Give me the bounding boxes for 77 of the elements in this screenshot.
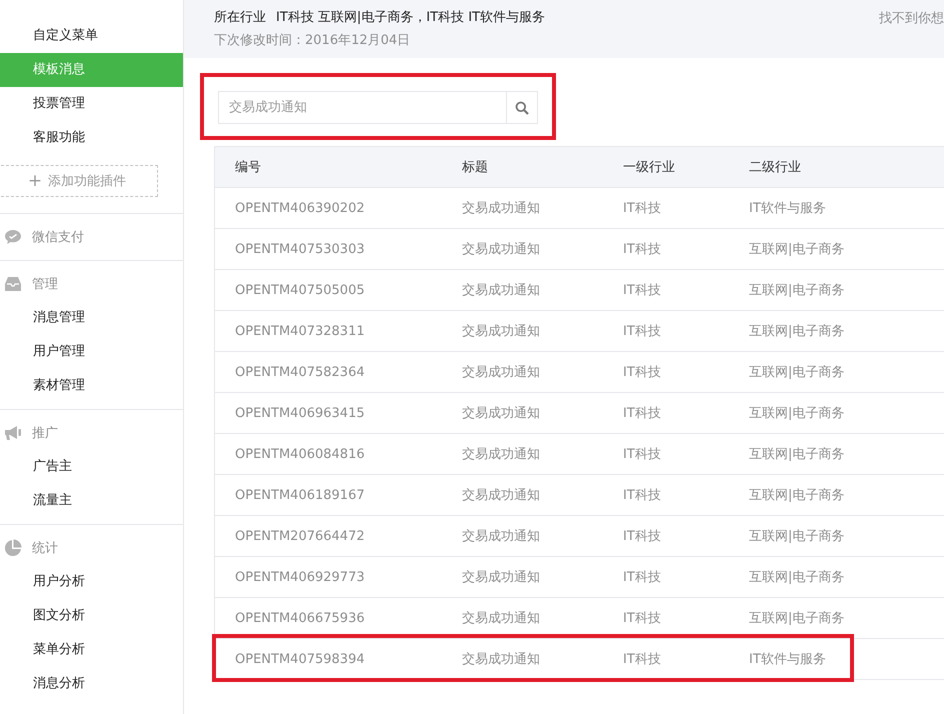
table-cell-text: 互联网|电子商务 bbox=[748, 487, 846, 504]
sidebar-item[interactable]: 广告主 bbox=[0, 450, 183, 484]
table-cell-text: 交易成功通知 bbox=[461, 528, 541, 545]
table-cell-text: IT科技 bbox=[622, 323, 662, 340]
inbox-tray-icon bbox=[4, 276, 22, 292]
sidebar-section-title: 微信支付 bbox=[32, 229, 84, 246]
table-cell-text: 交易成功通知 bbox=[461, 282, 541, 299]
sidebar-item[interactable]: 客服功能 bbox=[0, 121, 183, 155]
table-cell-text: 交易成功通知 bbox=[461, 569, 541, 586]
table-cell-text: IT科技 bbox=[622, 651, 662, 668]
table-cell-text: 交易成功通知 bbox=[461, 241, 541, 258]
table-cell-text: IT科技 bbox=[622, 610, 662, 627]
table-cell-text: 互联网|电子商务 bbox=[748, 323, 846, 340]
sidebar-section-title: 统计 bbox=[32, 540, 58, 557]
table-cell-text: IT科技 bbox=[622, 569, 662, 586]
table-cell-text: IT科技 bbox=[622, 200, 662, 217]
table-cell-text: OPENTM407505005 bbox=[234, 282, 366, 298]
table-cell-text: 交易成功通知 bbox=[461, 200, 541, 217]
table-cell-text: OPENTM406929773 bbox=[234, 570, 366, 584]
table-cell-text: IT科技 bbox=[622, 241, 662, 258]
sidebar-item[interactable]: 素材管理 bbox=[0, 369, 183, 403]
table-cell-text: 交易成功通知 bbox=[461, 610, 541, 627]
table-cell-text: 交易成功通知 bbox=[461, 446, 541, 463]
table-cell-text: OPENTM407582364 bbox=[234, 364, 366, 380]
table-cell-text: 互联网|电子商务 bbox=[748, 528, 846, 545]
table-cell-text: IT科技 bbox=[622, 528, 662, 545]
table-cell-text: IT科技 bbox=[622, 487, 662, 504]
sidebar-item[interactable]: 图文分析 bbox=[0, 599, 183, 633]
sidebar-section-title: 推广 bbox=[32, 425, 58, 442]
column-header: 一级行业 bbox=[622, 159, 676, 176]
sidebar-item[interactable]: 用户分析 bbox=[0, 565, 183, 599]
table-cell-text: OPENTM407328311 bbox=[234, 324, 366, 338]
search-field[interactable]: 交易成功通知 bbox=[218, 91, 506, 124]
table-cell-text: IT科技 bbox=[622, 364, 662, 381]
sidebar-item[interactable]: 消息管理 bbox=[0, 301, 183, 335]
table-cell-text: OPENTM406189167 bbox=[234, 488, 366, 502]
table-cell-text: 交易成功通知 bbox=[461, 651, 541, 668]
chat-bubble-icon bbox=[4, 229, 22, 245]
table-cell-text: OPENTM406675936 bbox=[234, 610, 366, 626]
pie-chart-icon bbox=[4, 539, 22, 557]
table-cell-text: 互联网|电子商务 bbox=[748, 364, 846, 381]
sidebar-item[interactable]: 投票管理 bbox=[0, 87, 183, 121]
table-cell-text: OPENTM406963415 bbox=[234, 406, 366, 420]
table-cell-text: OPENTM406390202 bbox=[234, 200, 366, 216]
sidebar-section-title: 管理 bbox=[32, 276, 58, 293]
table-cell-text: 交易成功通知 bbox=[461, 323, 541, 340]
sidebar-item[interactable]: 流量主 bbox=[0, 484, 183, 518]
sidebar-item[interactable]: 消息分析 bbox=[0, 667, 183, 701]
industry-label: 所在行业 bbox=[214, 9, 266, 26]
search-icon[interactable] bbox=[506, 91, 538, 124]
sidebar-item[interactable]: 用户管理 bbox=[0, 335, 183, 369]
table-cell-text: IT软件与服务 bbox=[748, 200, 827, 217]
table-cell-text: 互联网|电子商务 bbox=[748, 241, 846, 258]
table-cell-text: OPENTM207664472 bbox=[234, 528, 366, 544]
next-change-text: 下次修改时间：2016年12月04日 bbox=[214, 32, 412, 49]
table-cell-text: IT科技 bbox=[622, 405, 662, 422]
table-cell-text: 交易成功通知 bbox=[461, 364, 541, 381]
table-cell-text: 互联网|电子商务 bbox=[748, 282, 846, 299]
column-header: 标题 bbox=[461, 159, 489, 176]
table-cell-text: 互联网|电子商务 bbox=[748, 610, 846, 627]
table-cell-text: IT科技 bbox=[622, 282, 662, 299]
table-cell-text: IT软件与服务 bbox=[748, 651, 827, 668]
table-cell-text: OPENTM407530303 bbox=[234, 242, 366, 256]
table-cell-text: 交易成功通知 bbox=[461, 405, 541, 422]
industry-value: IT科技 互联网|电子商务，IT科技 IT软件与服务 bbox=[276, 9, 545, 26]
table-cell-text: 互联网|电子商务 bbox=[748, 405, 846, 422]
column-header: 二级行业 bbox=[748, 159, 802, 176]
table-cell-text: OPENTM406084816 bbox=[234, 446, 366, 462]
sidebar-item[interactable]: 菜单分析 bbox=[0, 633, 183, 667]
sidebar-item[interactable]: 自定义菜单 bbox=[0, 19, 183, 53]
table-cell-text: 交易成功通知 bbox=[461, 487, 541, 504]
table-cell-text: IT科技 bbox=[622, 446, 662, 463]
megaphone-icon bbox=[4, 425, 22, 441]
table-cell-text: OPENTM407598394 bbox=[234, 652, 366, 666]
column-header: 编号 bbox=[234, 159, 262, 176]
table-cell-text: 互联网|电子商务 bbox=[748, 446, 846, 463]
table-cell-text: 互联网|电子商务 bbox=[748, 569, 846, 586]
